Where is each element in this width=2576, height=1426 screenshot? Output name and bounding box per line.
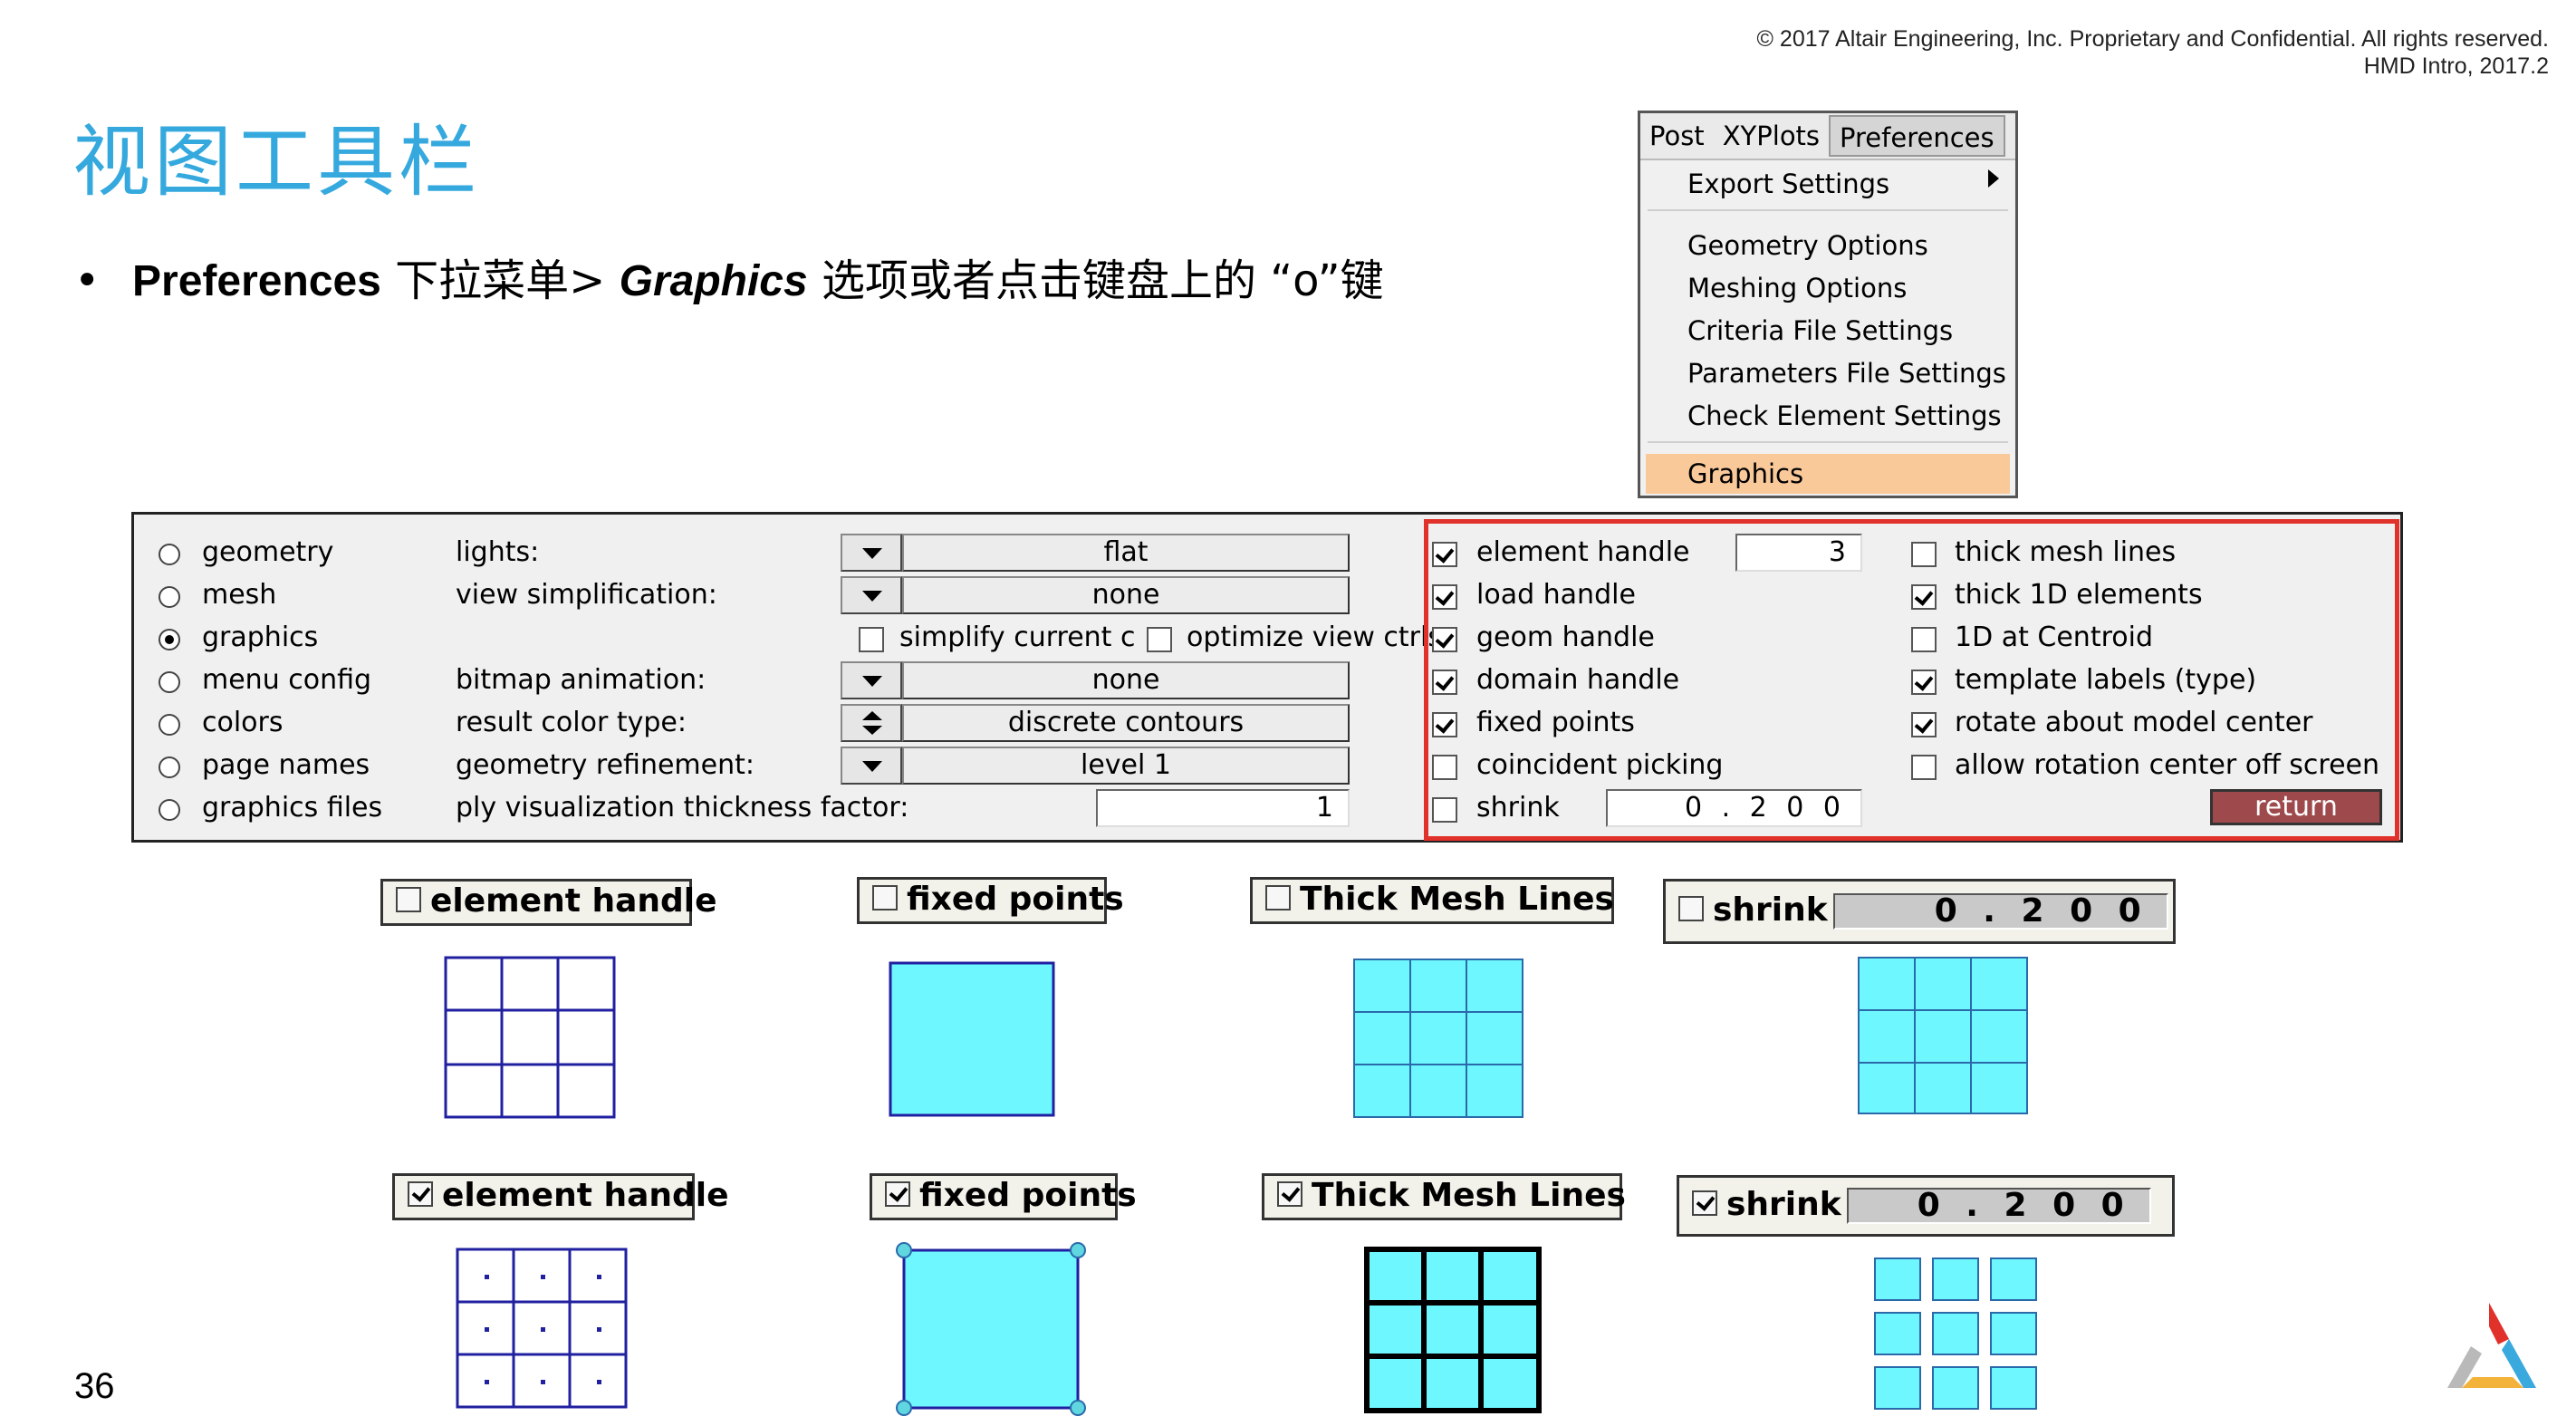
copyright-notice: © 2017 Altair Engineering, Inc. Propriet… [1757,25,2549,80]
highlight-box [1424,519,2399,841]
radio-label-page-names: page names [202,749,370,781]
radio-colors[interactable] [159,714,180,736]
demo-label: shrink [1713,891,1828,929]
bullet-rest: 选项或者点击键盘上的 “o”键 [807,255,1384,306]
bitmap-animation-label: bitmap animation: [456,664,706,696]
mesh-grid-plain [444,956,616,1119]
radio-page-names[interactable] [159,756,180,778]
tab-preferences[interactable]: Preferences [1829,115,2005,157]
menu-separator [1648,441,2008,443]
bitmap-animation-value[interactable]: none [902,661,1350,699]
result-color-type-value[interactable]: discrete contours [902,704,1350,742]
demo-label: Thick Mesh Lines [1312,1177,1626,1214]
result-color-type-switch-button[interactable] [841,704,902,742]
menu-item-criteria-file-settings[interactable]: Criteria File Settings [1687,311,1953,351]
radio-label-graphics: graphics [202,621,319,653]
demo-thick-mesh-lines-on: Thick Mesh Lines [1262,1173,1626,1220]
tab-post[interactable]: Post [1640,115,1714,157]
fixed-points-square-plain [889,961,1055,1117]
menu-item-meshing-options[interactable]: Meshing Options [1687,268,1907,308]
mesh-grid-thick-lines [1364,1247,1542,1413]
menu-item-geometry-options[interactable]: Geometry Options [1687,226,1928,265]
mesh-grid-element-handles [456,1248,628,1409]
ply-thickness-input[interactable]: 1 [1096,789,1350,827]
menu-item-parameters-file-settings[interactable]: Parameters File Settings [1687,353,2006,393]
submenu-arrow-icon [1988,169,1999,188]
radio-label-menu-config: menu config [202,664,372,696]
bullet-text: • Preferences 下拉菜单> Graphics 选项或者点击键盘上的 “… [74,245,1384,308]
result-color-type-label: result color type: [456,707,687,738]
geometry-refinement-label: geometry refinement: [456,749,755,781]
demo-label: fixed points [907,881,1124,918]
radio-geometry[interactable] [159,544,180,565]
geometry-refinement-dropdown-button[interactable] [841,747,902,785]
menu-item-check-element-settings[interactable]: Check Element Settings [1687,396,2002,436]
radio-graphics-files[interactable] [159,799,180,821]
demo-element-handle-off: element handle [380,879,717,926]
bullet-dot: • [74,255,101,306]
demo-checkbox [396,887,421,912]
copyright-text: © 2017 Altair Engineering, Inc. Propriet… [1756,26,2549,52]
demo-label: shrink [1726,1186,1841,1223]
page-title: 视图工具栏 [72,117,480,207]
bullet-preferences: Preferences [132,257,381,305]
view-simplification-label: view simplification: [456,579,717,611]
demo-element-handle-on: element handle [392,1173,729,1220]
radio-mesh[interactable] [159,586,180,608]
demo-thick-mesh-lines-off: Thick Mesh Lines [1250,877,1614,924]
radio-label-colors: colors [202,707,284,738]
demo-label: element handle [442,1177,729,1214]
demo-checkbox [872,885,898,911]
menu-item-graphics[interactable]: Graphics [1687,454,1803,494]
mesh-grid-thin [1353,959,1523,1118]
demo-checkbox [1678,896,1704,921]
tab-xyplots[interactable]: XYPlots [1714,115,1829,157]
simplify-current-label: simplify current c [899,621,1136,653]
demo-checkbox [1692,1190,1717,1216]
demo-shrink-value: 0 . 2 0 0 [1832,893,2168,930]
bitmap-animation-dropdown-button[interactable] [841,661,902,699]
radio-label-graphics-files: graphics files [202,792,383,824]
demo-checkbox [1277,1181,1302,1207]
fixed-points-square-with-points [896,1242,1086,1416]
page-number: 36 [74,1366,115,1406]
simplify-current-checkbox[interactable] [859,627,884,652]
menu-item-export-settings[interactable]: Export Settings [1687,164,1889,204]
altair-logo-icon [2447,1303,2536,1388]
menu-separator [1648,209,2008,211]
demo-shrink-value: 0 . 2 0 0 [1846,1188,2151,1224]
demo-label: Thick Mesh Lines [1300,881,1614,918]
demo-checkbox [1265,885,1291,911]
demo-fixed-points-off: fixed points [857,877,1124,924]
lights-dropdown-button[interactable] [841,534,902,572]
demo-fixed-points-on: fixed points [870,1173,1137,1220]
demo-shrink-off: shrink 0 . 2 0 0 [1663,879,2176,944]
radio-label-geometry: geometry [202,536,334,568]
version-text: HMD Intro, 2017.2 [2363,53,2549,79]
radio-graphics[interactable] [159,629,180,650]
optimize-view-checkbox[interactable] [1147,627,1172,652]
menu-bar: Post XYPlots Preferences [1640,113,2015,160]
mesh-grid-unshrunk [1858,957,2028,1114]
optimize-view-label: optimize view ctrls [1187,621,1442,653]
geometry-refinement-value[interactable]: level 1 [902,747,1350,785]
demo-shrink-on: shrink 0 . 2 0 0 [1677,1175,2175,1237]
demo-label: element handle [430,882,717,920]
view-simplification-value[interactable]: none [902,576,1350,614]
mesh-grid-shrunk [1874,1257,2037,1410]
bullet-graphics: Graphics [619,257,808,305]
demo-label: fixed points [919,1177,1137,1214]
preferences-menu: Post XYPlots Preferences Export Settings… [1638,111,2018,498]
lights-value[interactable]: flat [902,534,1350,572]
radio-menu-config[interactable] [159,671,180,693]
bullet-dropdown-text: 下拉菜单> [380,255,620,306]
ply-thickness-label: ply visualization thickness factor: [456,792,909,824]
radio-label-mesh: mesh [202,579,277,611]
demo-checkbox [408,1181,433,1207]
view-simplification-dropdown-button[interactable] [841,576,902,614]
demo-checkbox [885,1181,910,1207]
lights-label: lights: [456,536,540,568]
